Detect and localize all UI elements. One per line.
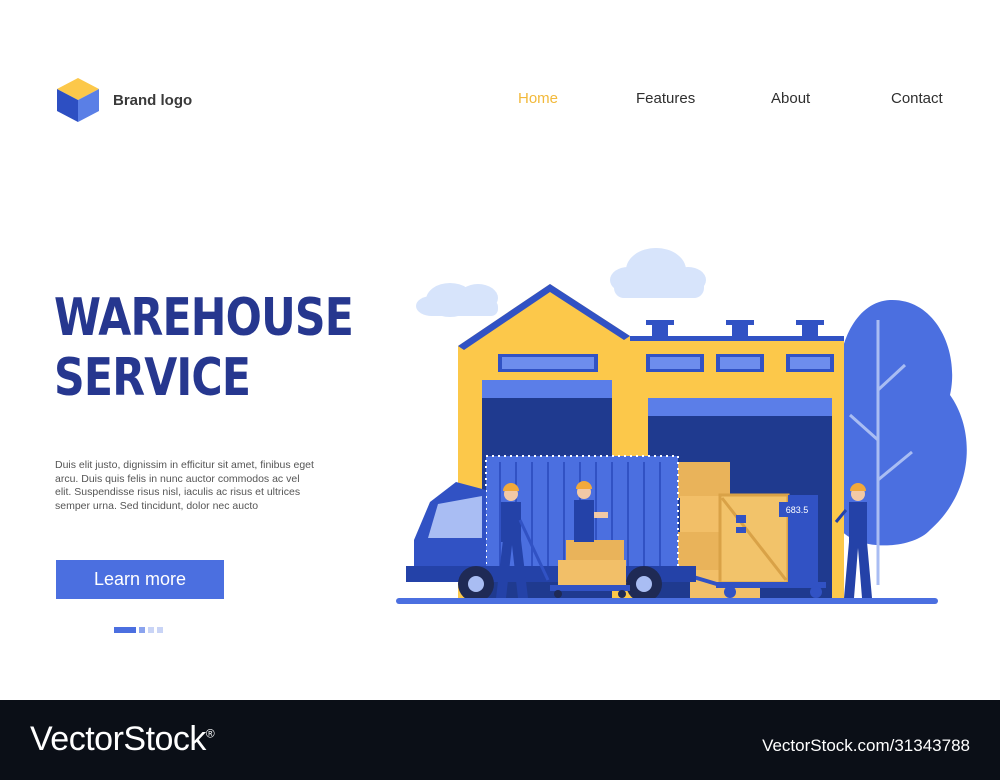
learn-more-button[interactable]: Learn more [56, 560, 224, 599]
warehouse-illustration: 683.5 [396, 248, 967, 604]
cloud-icon [610, 248, 706, 298]
carousel-dot-4[interactable] [157, 627, 163, 633]
hero-title-line2: SERVICE [54, 348, 251, 408]
ground-line [396, 598, 938, 604]
wooden-crate [718, 493, 790, 585]
carousel-dot-2[interactable] [139, 627, 145, 633]
watermark-url: VectorStock.com/31343788 [762, 736, 970, 755]
carousel-dot-3[interactable] [148, 627, 154, 633]
watermark-bar: VectorStock® VectorStock.com/31343788 [0, 700, 1000, 780]
truck-icon [406, 455, 696, 602]
nav-home[interactable]: Home [518, 90, 558, 107]
watermark-logo: VectorStock® [30, 720, 215, 758]
scale-display: 683.5 [779, 502, 815, 517]
brand-label: Brand logo [113, 91, 193, 109]
nav-features[interactable]: Features [636, 90, 695, 107]
tree-icon [827, 299, 967, 585]
hero-title-line1: WAREHOUSE [54, 288, 354, 348]
landing-page: Brand logo Home Features About Contact W… [0, 0, 1000, 700]
hero-title: WAREHOUSE SERVICE [54, 288, 354, 408]
nav-contact[interactable]: Contact [891, 90, 943, 107]
carousel-indicator [114, 627, 163, 633]
brand[interactable]: Brand logo [55, 76, 192, 124]
carousel-dot-1[interactable] [114, 627, 136, 633]
hero-description: Duis elit justo, dignissim in efficitur … [55, 459, 314, 512]
nav-about[interactable]: About [771, 90, 810, 107]
svg-text:683.5: 683.5 [786, 505, 809, 515]
cube-icon [57, 78, 99, 122]
cloud-icon [416, 283, 498, 317]
